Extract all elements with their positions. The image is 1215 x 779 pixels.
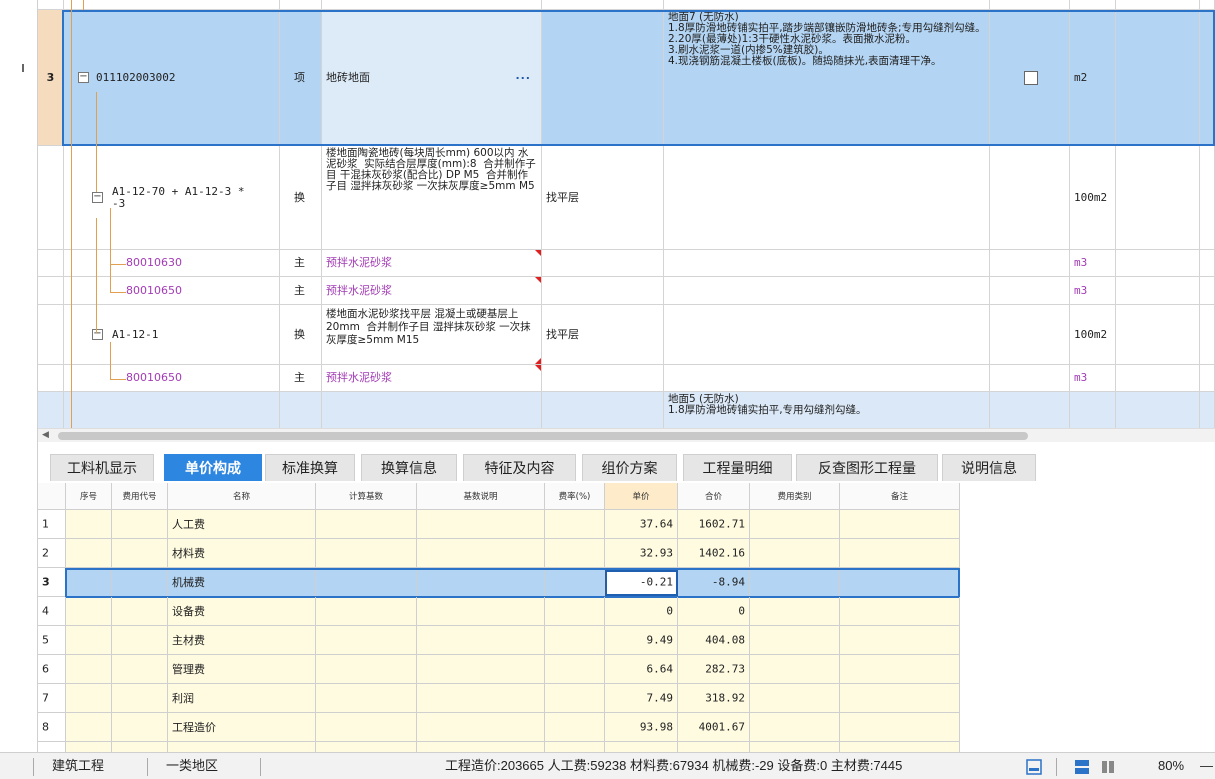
tab-description-info[interactable]: 说明信息 bbox=[942, 454, 1036, 481]
collapse-icon[interactable]: − bbox=[92, 329, 103, 340]
region-label[interactable]: 一类地区 bbox=[166, 753, 218, 779]
sub-item-name-cell[interactable]: 楼地面水泥砂浆找平层 混凝土或硬基层上 20mm 合并制作子目 湿拌抹灰砂浆 一… bbox=[322, 305, 542, 365]
column-header[interactable]: 合价 bbox=[678, 483, 750, 510]
sub-item-spec: 找平层 bbox=[546, 327, 579, 341]
sub-item-code: A1-12-1 bbox=[112, 327, 159, 341]
tree-guide-line bbox=[110, 292, 126, 293]
tab-unit-price-composition[interactable]: 单价构成 bbox=[164, 454, 262, 481]
item-checkbox[interactable] bbox=[1024, 70, 1038, 85]
split-vertical-icon[interactable] bbox=[1100, 759, 1116, 775]
column-header[interactable]: 费率(%) bbox=[545, 483, 605, 510]
zoom-out-button[interactable]: — bbox=[1200, 753, 1213, 779]
column-header[interactable]: 基数说明 bbox=[417, 483, 545, 510]
comment-marker-icon bbox=[535, 250, 541, 256]
material-name: 预拌水泥砂浆 bbox=[326, 283, 392, 297]
table-row[interactable]: 2 材料费 32.93 1402.16 bbox=[38, 539, 960, 568]
table-row[interactable]: 80010650 主 预拌水泥砂浆 m3 bbox=[38, 277, 1215, 305]
table-row[interactable]: 6 管理费 6.64 282.73 bbox=[38, 655, 960, 684]
table-row[interactable]: 1 人工费 37.64 1602.71 bbox=[38, 510, 960, 539]
tree-guide-line bbox=[110, 264, 126, 265]
table-row[interactable] bbox=[38, 742, 960, 752]
column-header[interactable]: 计算基数 bbox=[316, 483, 417, 510]
table-row[interactable]: 8 工程造价 93.98 4001.67 bbox=[38, 713, 960, 742]
sub-item-name-cell[interactable]: 楼地面陶瓷地砖(每块周长mm) 600以内 水泥砂浆 实际结合层厚度(mm):8… bbox=[322, 146, 542, 250]
column-header[interactable]: 单价 bbox=[605, 483, 678, 510]
column-header[interactable]: 费用类别 bbox=[750, 483, 840, 510]
table-row[interactable] bbox=[38, 0, 1215, 10]
comment-marker-icon bbox=[535, 365, 541, 371]
tab-features-content[interactable]: 特征及内容 bbox=[463, 454, 576, 481]
item-name: 地砖地面 bbox=[326, 70, 370, 84]
table-row[interactable]: − A1-12-1 换 楼地面水泥砂浆找平层 混凝土或硬基层上 20mm 合并制… bbox=[38, 305, 1215, 365]
gutter-mark bbox=[22, 64, 24, 72]
item-type-cell: 项 bbox=[280, 10, 322, 146]
table-row[interactable]: 4 设备费 0 0 bbox=[38, 597, 960, 626]
collapse-icon[interactable]: − bbox=[78, 72, 89, 83]
item-name-cell[interactable]: 地砖地面 ··· bbox=[322, 10, 542, 146]
scrollbar-thumb[interactable] bbox=[58, 432, 1028, 440]
sub-item-name: 楼地面水泥砂浆找平层 混凝土或硬基层上 20mm 合并制作子目 湿拌抹灰砂浆 一… bbox=[326, 308, 531, 346]
horizontal-scrollbar[interactable]: ◀ bbox=[38, 428, 1215, 442]
column-header[interactable]: 费用代号 bbox=[112, 483, 168, 510]
material-code: 80010630 bbox=[126, 256, 182, 269]
material-name: 预拌水泥砂浆 bbox=[326, 256, 392, 269]
tree-guide-line bbox=[110, 342, 111, 379]
tab-quantity-detail[interactable]: 工程量明细 bbox=[683, 454, 792, 481]
item-code: 011102003002 bbox=[96, 70, 176, 84]
column-header[interactable]: 备注 bbox=[840, 483, 960, 510]
table-row-selected[interactable]: 3 − 011102003002 项 地砖地面 ··· 地面7 (无防水) 1.… bbox=[38, 10, 1215, 146]
status-bar: 建筑工程 一类地区 工程造价:203665 人工费:59238 材料费:6793… bbox=[0, 752, 1215, 779]
tree-guide-line bbox=[83, 0, 84, 10]
material-code: 80010650 bbox=[126, 371, 182, 384]
tree-guide-line bbox=[96, 218, 97, 333]
table-row[interactable]: 80010650 主 预拌水泥砂浆 m3 bbox=[38, 365, 1215, 392]
tab-labor-material-display[interactable]: 工料机显示 bbox=[50, 454, 154, 481]
tab-conversion-info[interactable]: 换算信息 bbox=[361, 454, 457, 481]
tree-guide-line bbox=[110, 379, 126, 380]
column-header[interactable]: 序号 bbox=[66, 483, 112, 510]
unit-price-input[interactable]: -0.21 bbox=[605, 568, 678, 597]
scroll-left-icon[interactable]: ◀ bbox=[42, 430, 49, 440]
more-options-button[interactable]: ··· bbox=[515, 71, 531, 84]
left-gutter bbox=[0, 0, 38, 752]
bill-items-grid[interactable]: 3 − 011102003002 项 地砖地面 ··· 地面7 (无防水) 1.… bbox=[38, 0, 1215, 428]
table-header-row: 序号 费用代号 名称 计算基数 基数说明 费率(%) 单价 合价 费用类别 备注 bbox=[38, 483, 960, 510]
collapse-icon[interactable]: − bbox=[92, 192, 103, 203]
sub-item-code: A1-12-70 + A1-12-3 * -3 bbox=[112, 184, 245, 210]
detail-tab-bar: 工料机显示 单价构成 标准换算 换算信息 特征及内容 组价方案 工程量明细 反查… bbox=[38, 443, 1215, 483]
spec-cell[interactable] bbox=[542, 10, 664, 146]
table-row[interactable]: 80010630 主 预拌水泥砂浆 m3 bbox=[38, 250, 1215, 277]
sub-item-name: 楼地面陶瓷地砖(每块周长mm) 600以内 水泥砂浆 实际结合层厚度(mm):8… bbox=[326, 147, 536, 192]
cost-summary: 工程造价:203665 人工费:59238 材料费:67934 机械费:-29 … bbox=[445, 758, 903, 773]
comment-marker-icon bbox=[535, 358, 541, 364]
table-row[interactable]: 7 利润 7.49 318.92 bbox=[38, 684, 960, 713]
unit-price-composition-grid[interactable]: 序号 费用代号 名称 计算基数 基数说明 费率(%) 单价 合价 费用类别 备注… bbox=[38, 483, 960, 752]
table-row-selected[interactable]: 3 机械费 -0.21 -8.94 bbox=[38, 568, 960, 597]
feature-description: 地面5 (无防水) 1.8厚防滑地砖铺实拍平,专用勾缝剂勾缝。 bbox=[668, 393, 867, 416]
column-header[interactable]: 名称 bbox=[168, 483, 316, 510]
tree-guide-line bbox=[110, 208, 111, 292]
material-name: 预拌水泥砂浆 bbox=[326, 371, 392, 384]
tab-standard-conversion[interactable]: 标准换算 bbox=[265, 454, 355, 481]
list-view-icon[interactable] bbox=[1026, 759, 1042, 775]
tree-guide-line bbox=[96, 92, 97, 192]
material-code: 80010650 bbox=[126, 283, 182, 297]
tree-guide-line bbox=[71, 0, 72, 428]
table-row[interactable]: − A1-12-70 + A1-12-3 * -3 换 楼地面陶瓷地砖(每块周长… bbox=[38, 146, 1215, 250]
tab-reverse-lookup-quantity[interactable]: 反查图形工程量 bbox=[796, 454, 938, 481]
sub-item-spec: 找平层 bbox=[546, 190, 579, 204]
table-row[interactable]: 地面5 (无防水) 1.8厚防滑地砖铺实拍平,专用勾缝剂勾缝。 bbox=[38, 392, 1215, 428]
table-row[interactable]: 5 主材费 9.49 404.08 bbox=[38, 626, 960, 655]
feature-description-cell[interactable]: 地面7 (无防水) 1.8厚防滑地砖铺实拍平,踏步端部镶嵌防滑地砖条;专用勾缝剂… bbox=[664, 10, 990, 146]
checkbox-cell[interactable] bbox=[990, 10, 1070, 146]
feature-description: 地面7 (无防水) 1.8厚防滑地砖铺实拍平,踏步端部镶嵌防滑地砖条;专用勾缝剂… bbox=[668, 11, 986, 67]
comment-marker-icon bbox=[535, 277, 541, 283]
tab-pricing-scheme[interactable]: 组价方案 bbox=[582, 454, 677, 481]
project-type-label[interactable]: 建筑工程 bbox=[52, 753, 104, 779]
zoom-level[interactable]: 80% bbox=[1158, 753, 1184, 779]
unit-cell[interactable]: m2 bbox=[1070, 10, 1116, 146]
split-horizontal-icon[interactable] bbox=[1074, 759, 1090, 775]
row-number: 3 bbox=[38, 10, 64, 146]
